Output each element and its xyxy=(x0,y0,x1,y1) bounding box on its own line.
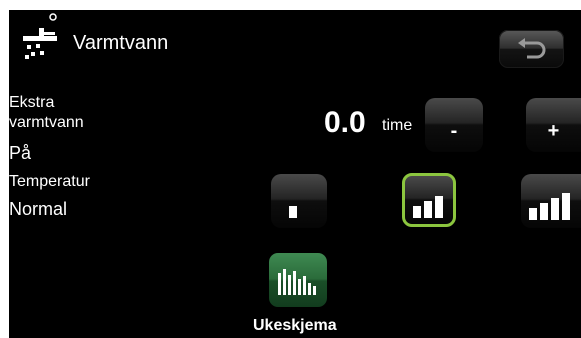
back-button[interactable] xyxy=(499,30,564,68)
page-title: Varmtvann xyxy=(73,32,169,54)
temperature-label: Temperatur xyxy=(9,173,90,190)
back-arrow-icon xyxy=(518,38,546,59)
extra-hot-water-status: På xyxy=(9,143,32,163)
weekly-schedule-label: Ukeskjema xyxy=(253,317,337,334)
temperature-high-button[interactable] xyxy=(521,174,581,228)
temperature-low-button[interactable] xyxy=(271,174,327,228)
weekly-schedule-button[interactable] xyxy=(269,253,327,307)
temperature-normal-button[interactable] xyxy=(402,173,456,227)
minus-icon: - xyxy=(450,120,458,142)
temperature-low-icon xyxy=(289,206,297,218)
shower-icon xyxy=(23,28,57,59)
weekly-schedule-icon xyxy=(278,269,316,295)
shower-drip-icon xyxy=(49,13,57,21)
temperature-value: Normal xyxy=(9,199,68,219)
temperature-normal-icon xyxy=(413,196,443,218)
decrease-hours-button[interactable]: - xyxy=(425,98,483,152)
temperature-high-icon xyxy=(529,193,570,220)
extra-hot-water-label-line2: varmtvann xyxy=(9,114,84,131)
extra-hot-water-hours-unit: time xyxy=(382,117,413,134)
plus-icon: + xyxy=(547,120,560,142)
extra-hot-water-hours-value: 0.0 xyxy=(324,106,366,139)
extra-hot-water-label-line1: Ekstra xyxy=(9,94,55,111)
hot-water-screen: Varmtvann Ekstra varmtvann På 0.0 time -… xyxy=(9,10,581,338)
increase-hours-button[interactable]: + xyxy=(526,98,581,152)
